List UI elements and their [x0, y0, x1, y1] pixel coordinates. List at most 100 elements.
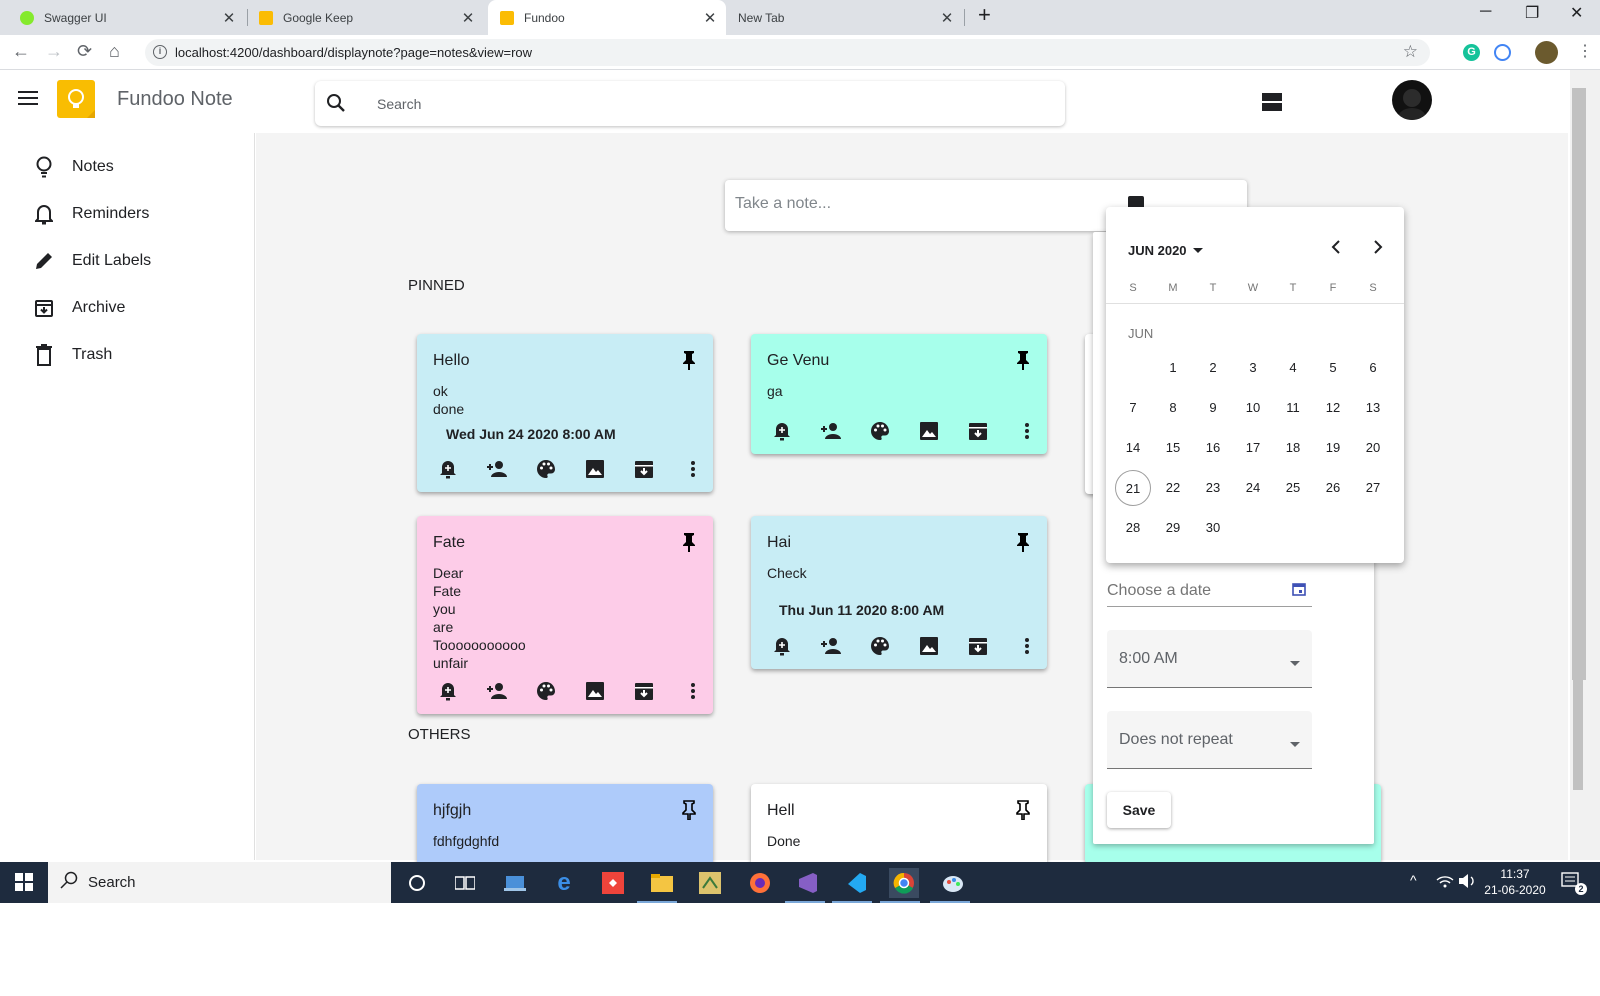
image-icon[interactable]	[904, 418, 953, 444]
volume-icon[interactable]	[1458, 873, 1476, 894]
calendar-day[interactable]: 5	[1315, 350, 1351, 386]
take-note-input[interactable]: Take a note...	[735, 195, 831, 213]
forward-icon[interactable]: →	[45, 41, 63, 62]
add-reminder-icon[interactable]	[423, 456, 472, 482]
wifi-icon[interactable]	[1436, 874, 1454, 893]
pin-icon[interactable]	[1015, 532, 1031, 557]
calendar-day[interactable]: 23	[1195, 470, 1231, 506]
chrome-icon[interactable]	[889, 868, 919, 898]
calendar-day[interactable]: 22	[1155, 470, 1191, 506]
bookmark-star-icon[interactable]: ☆	[1403, 42, 1418, 62]
date-input[interactable]: Choose a date	[1107, 582, 1211, 600]
home-icon[interactable]: ⌂	[109, 41, 120, 62]
tab-swagger-ui[interactable]: Swagger UI ✕	[0, 0, 245, 35]
palette-icon[interactable]	[521, 678, 570, 704]
calendar-day-today[interactable]: 21	[1115, 470, 1151, 506]
anydesk-icon[interactable]	[598, 868, 628, 898]
palette-icon[interactable]	[855, 418, 904, 444]
calendar-day[interactable]: 26	[1315, 470, 1351, 506]
more-options-icon[interactable]	[668, 678, 717, 704]
calendar-day[interactable]: 30	[1195, 510, 1231, 546]
calendar-day[interactable]: 6	[1355, 350, 1391, 386]
hamburger-menu-icon[interactable]	[18, 90, 38, 111]
task-view-icon[interactable]	[450, 868, 480, 898]
calendar-day[interactable]: 7	[1115, 390, 1151, 426]
close-window-icon[interactable]: ✕	[1570, 3, 1583, 23]
search-bar[interactable]: Search	[315, 81, 1065, 126]
reload-icon[interactable]: ⟳	[77, 41, 92, 62]
grammarly-extension-icon[interactable]: G	[1463, 44, 1480, 61]
inner-scrollbar-thumb[interactable]	[1573, 140, 1583, 790]
file-explorer-icon[interactable]	[647, 868, 677, 898]
note-card[interactable]: Ge Venu ga	[751, 334, 1047, 454]
restore-icon[interactable]: ❐	[1525, 3, 1539, 23]
calendar-day[interactable]: 15	[1155, 430, 1191, 466]
sidebar-item-notes[interactable]: Notes	[0, 145, 255, 189]
note-card[interactable]: hjfgjh fdhfgdghfd	[417, 784, 713, 874]
note-card[interactable]: Hai Check Thu Jun 11 2020 8:00 AM	[751, 516, 1047, 669]
archive-icon[interactable]	[953, 418, 1002, 444]
vscode-icon[interactable]	[841, 868, 871, 898]
tab-new-tab[interactable]: New Tab ✕	[728, 0, 963, 35]
archive-icon[interactable]	[953, 633, 1002, 659]
pin-icon[interactable]	[1015, 350, 1031, 375]
calendar-day[interactable]: 1	[1155, 350, 1191, 386]
image-icon[interactable]	[904, 633, 953, 659]
add-reminder-icon[interactable]	[757, 418, 806, 444]
site-info-icon[interactable]: i	[153, 45, 167, 59]
calendar-day[interactable]: 8	[1155, 390, 1191, 426]
cortana-icon[interactable]	[402, 868, 432, 898]
next-month-icon[interactable]	[1372, 239, 1384, 260]
calendar-day[interactable]: 27	[1355, 470, 1391, 506]
app-icon[interactable]	[695, 868, 725, 898]
month-year-selector[interactable]: JUN 2020	[1128, 241, 1203, 259]
visual-studio-icon[interactable]	[793, 868, 823, 898]
calendar-day[interactable]: 4	[1275, 350, 1311, 386]
sidebar-item-edit-labels[interactable]: Edit Labels	[0, 239, 255, 283]
calendar-day[interactable]: 19	[1315, 430, 1351, 466]
date-field[interactable]: Choose a date	[1107, 577, 1312, 607]
close-tab-icon[interactable]: ✕	[219, 9, 239, 27]
close-tab-icon[interactable]: ✕	[937, 9, 957, 27]
paint-icon[interactable]	[938, 868, 968, 898]
sidebar-item-reminders[interactable]: Reminders	[0, 192, 255, 236]
minimize-icon[interactable]: ─	[1480, 3, 1491, 21]
repeat-select[interactable]: Does not repeat	[1107, 711, 1312, 769]
archive-icon[interactable]	[619, 456, 668, 482]
calendar-icon[interactable]	[1292, 582, 1306, 601]
palette-icon[interactable]	[855, 633, 904, 659]
calendar-day[interactable]: 28	[1115, 510, 1151, 546]
list-view-toggle-icon[interactable]	[1262, 93, 1282, 116]
windows-start-icon[interactable]	[15, 873, 33, 896]
calendar-day[interactable]: 3	[1235, 350, 1271, 386]
image-icon[interactable]	[570, 456, 619, 482]
calendar-day[interactable]: 16	[1195, 430, 1231, 466]
more-options-icon[interactable]	[668, 456, 717, 482]
calendar-day[interactable]: 2	[1195, 350, 1231, 386]
time-select[interactable]: 8:00 AM	[1107, 630, 1312, 688]
sidebar-item-trash[interactable]: Trash	[0, 333, 255, 377]
collaborator-icon[interactable]	[806, 633, 855, 659]
search-icon[interactable]	[326, 93, 346, 118]
palette-icon[interactable]	[521, 456, 570, 482]
calendar-day[interactable]: 12	[1315, 390, 1351, 426]
close-tab-icon[interactable]: ✕	[458, 9, 478, 27]
firefox-icon[interactable]	[745, 868, 775, 898]
note-card[interactable]: Fate Dear Fate you are Tooooooooooo unfa…	[417, 516, 713, 714]
app-icon[interactable]	[500, 868, 530, 898]
tab-google-keep[interactable]: Google Keep ✕	[247, 0, 484, 35]
calendar-day[interactable]: 13	[1355, 390, 1391, 426]
system-clock[interactable]: 11:37 21-06-2020	[1484, 866, 1546, 898]
note-card[interactable]: Hell Done	[751, 784, 1047, 874]
user-avatar[interactable]	[1392, 80, 1432, 120]
more-options-icon[interactable]	[1002, 418, 1051, 444]
calendar-day[interactable]: 20	[1355, 430, 1391, 466]
calendar-day[interactable]: 10	[1235, 390, 1271, 426]
add-reminder-icon[interactable]	[423, 678, 472, 704]
close-tab-icon[interactable]: ✕	[700, 9, 720, 27]
previous-month-icon[interactable]	[1330, 239, 1342, 260]
calendar-day[interactable]: 24	[1235, 470, 1271, 506]
reminder-chip[interactable]: Wed Jun 24 2020 8:00 AM	[446, 426, 616, 442]
url-text[interactable]: localhost:4200/dashboard/displaynote?pag…	[175, 45, 532, 60]
image-icon[interactable]	[570, 678, 619, 704]
